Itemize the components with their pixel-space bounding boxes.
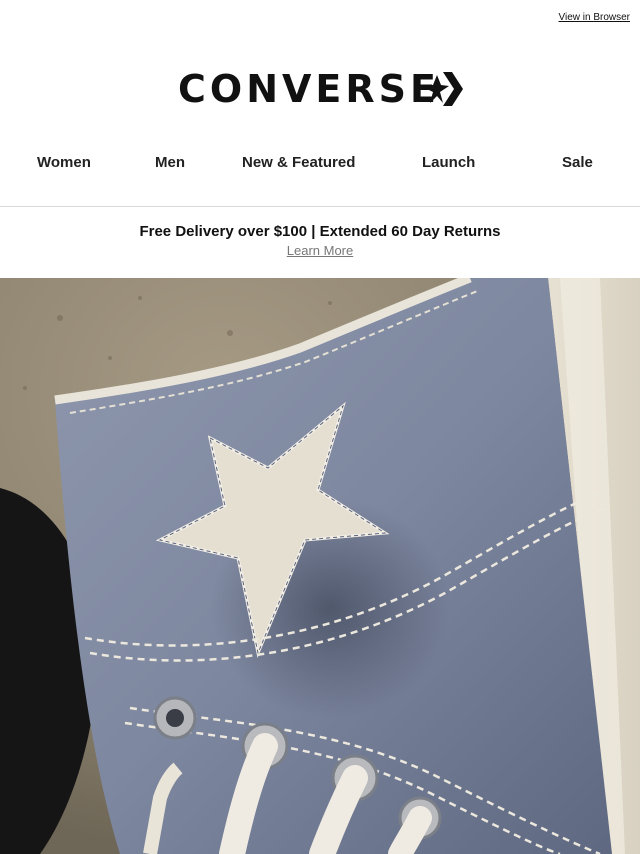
header-divider [0, 206, 640, 207]
nav-item-new-featured[interactable]: New & Featured [242, 154, 355, 171]
hero-image[interactable] [0, 278, 640, 854]
nav-item-launch[interactable]: Launch [422, 154, 475, 171]
nav-item-sale[interactable]: Sale [562, 154, 593, 171]
star-chevron-icon [421, 72, 463, 106]
brand-wordmark: CONVERSE [178, 67, 440, 111]
top-bar: View in Browser [0, 0, 640, 40]
promo-title: Free Delivery over $100 | Extended 60 Da… [139, 223, 501, 240]
view-in-browser-link[interactable]: View in Browser [558, 12, 630, 23]
main-navigation: Women Men New & Featured Launch Sale [0, 148, 640, 180]
sneaker-photo-illustration [0, 278, 640, 854]
learn-more-link[interactable]: Learn More [287, 243, 353, 258]
nav-item-women[interactable]: Women [37, 154, 91, 171]
promo-banner: Free Delivery over $100 | Extended 60 Da… [0, 222, 640, 260]
nav-item-men[interactable]: Men [155, 154, 185, 171]
converse-logo[interactable]: CONVERSE [178, 68, 464, 110]
